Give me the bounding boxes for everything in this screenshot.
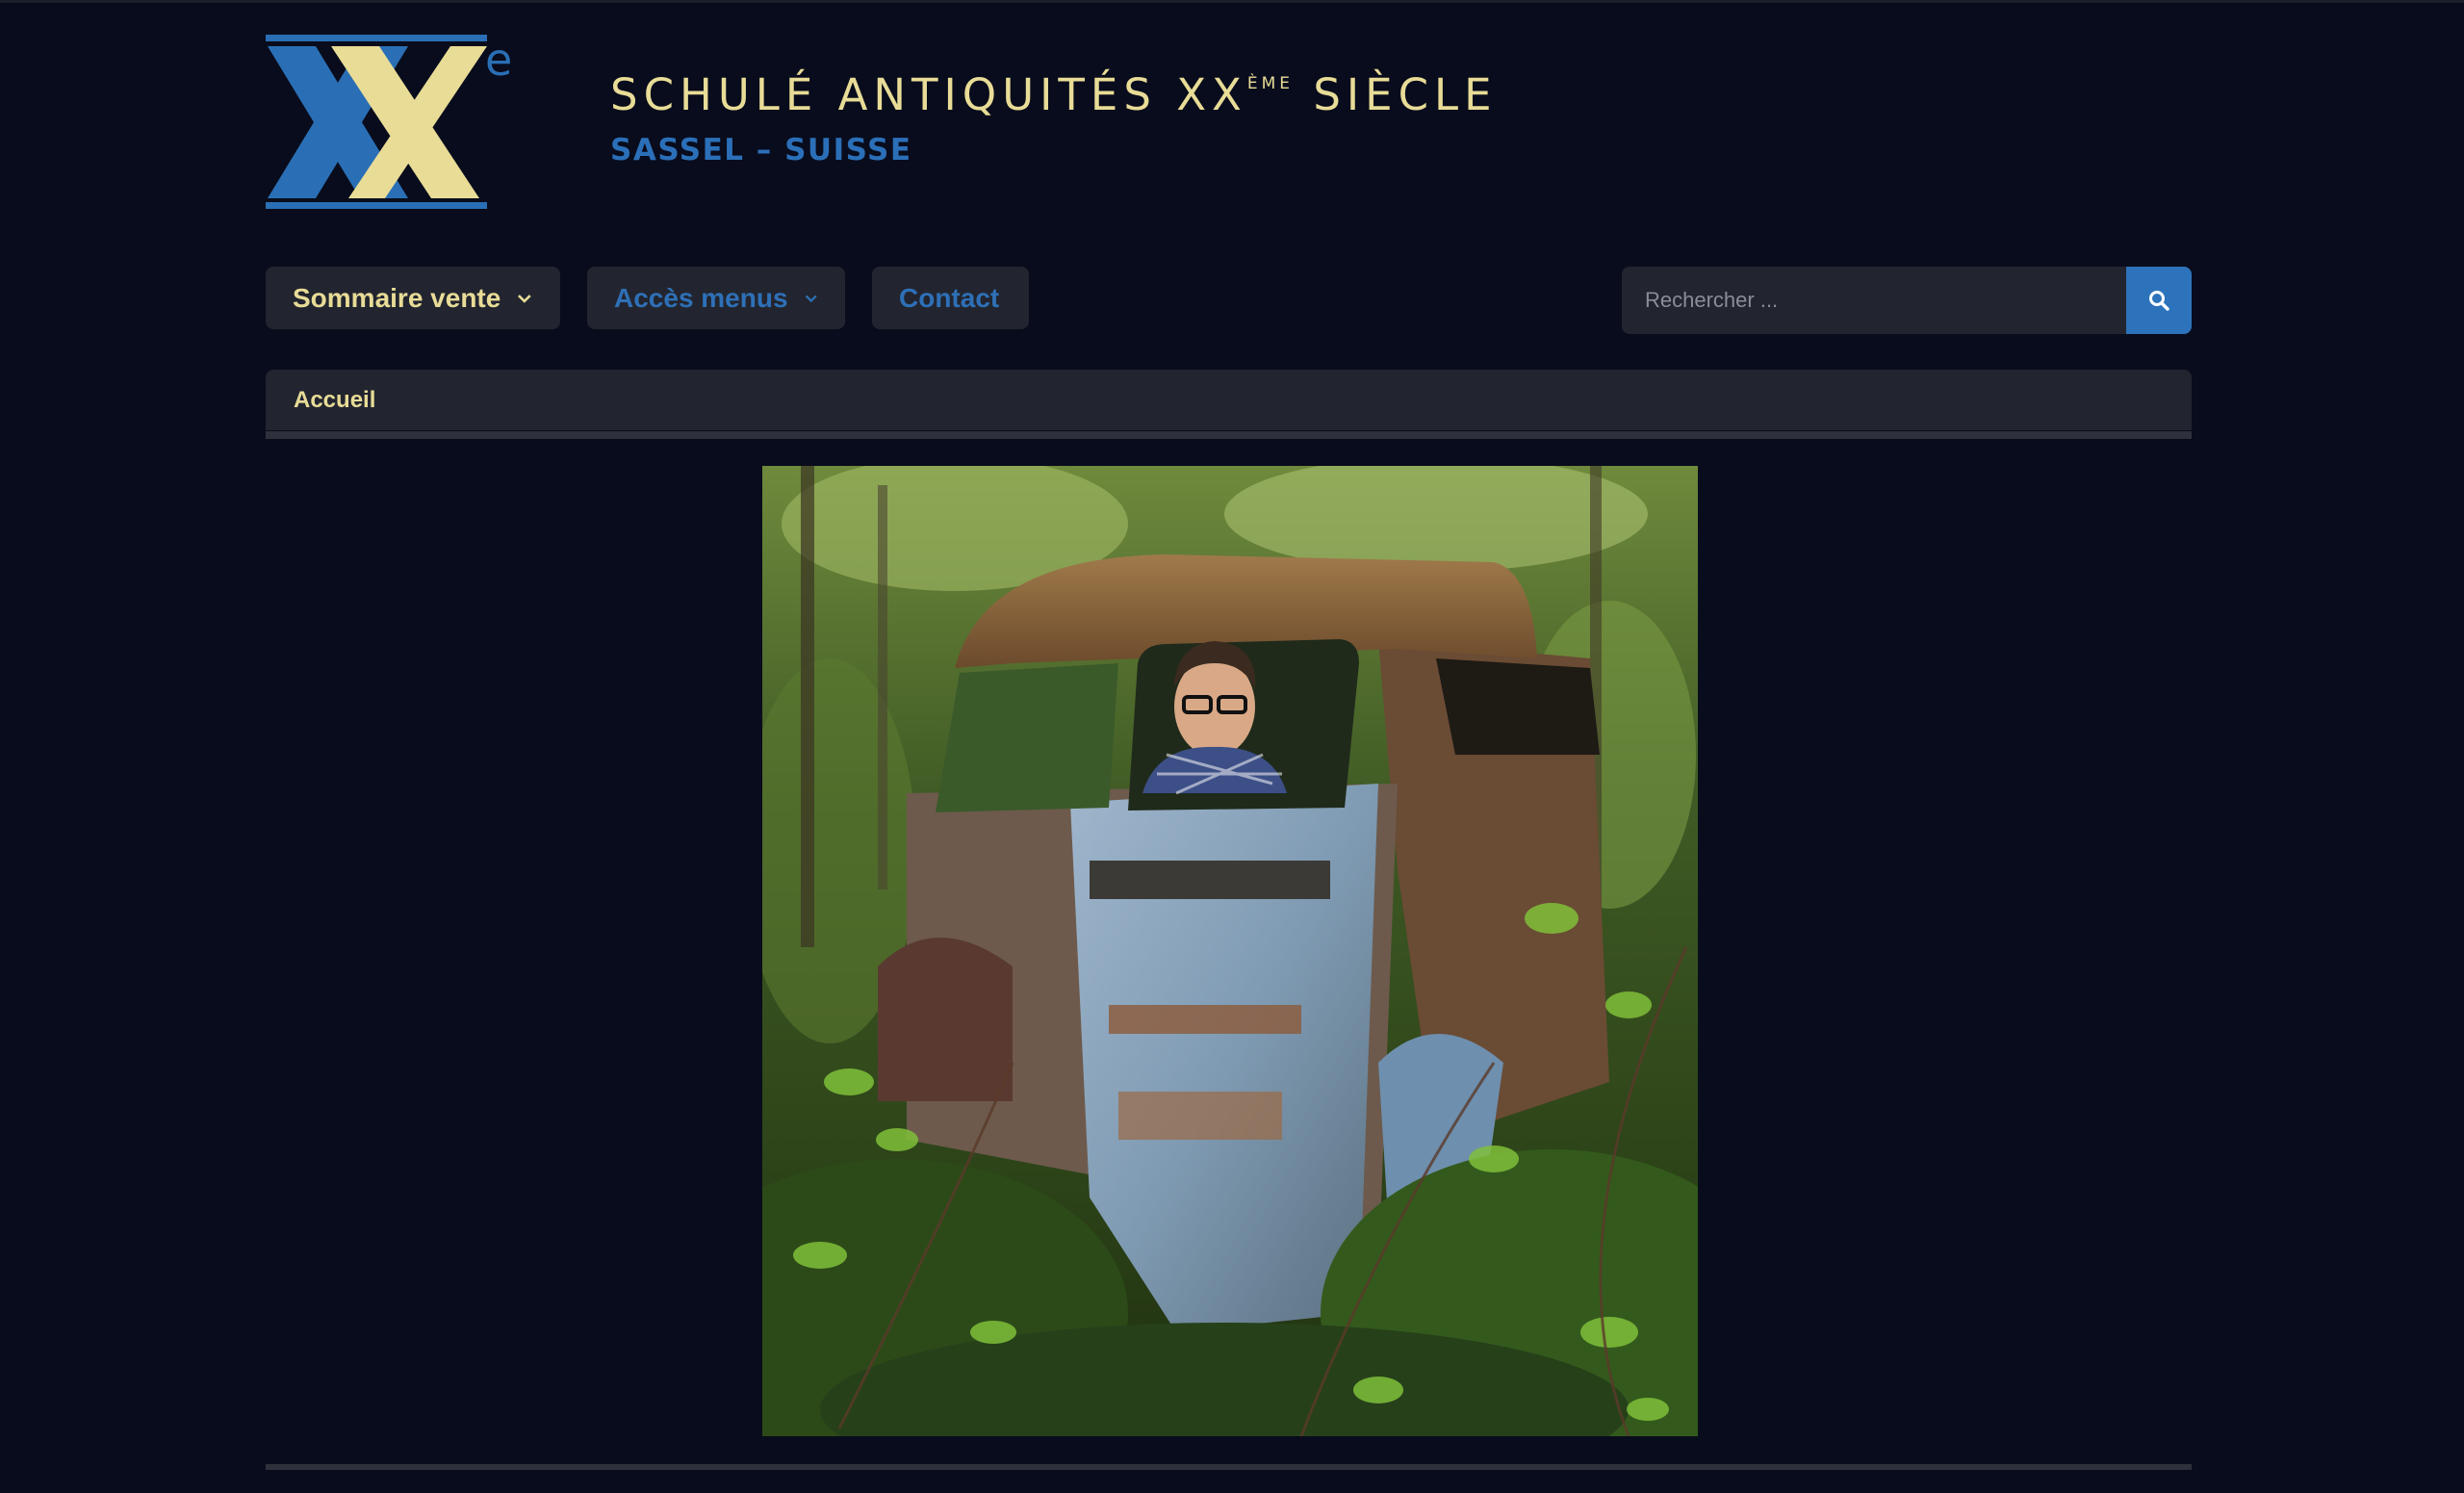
site-logo[interactable]: e: [266, 35, 518, 214]
nav-contact-button[interactable]: Contact: [872, 267, 1029, 329]
nav-label: Contact: [899, 282, 1000, 313]
chevron-down-icon: [518, 294, 531, 303]
nav-label: Accès menus: [614, 282, 788, 313]
nav-label: Sommaire vente: [293, 282, 501, 313]
logo-letter: e: [485, 35, 512, 86]
search-button[interactable]: [2126, 267, 2192, 334]
search-input[interactable]: [1622, 267, 2126, 334]
hero-photo: [762, 466, 1698, 1436]
site-title: SCHULÉ ANTIQUITÉS XXÈME SIÈCLE: [610, 69, 1498, 120]
search-form: [1622, 267, 2192, 334]
site-subtitle: SASSEL – SUISSE: [610, 133, 912, 167]
nav-acces-menus-button[interactable]: Accès menus: [587, 267, 845, 329]
chevron-down-icon: [805, 295, 817, 302]
nav-sommaire-vente-button[interactable]: Sommaire vente: [266, 267, 560, 329]
breadcrumb-home: Accueil: [294, 386, 376, 413]
content-divider: [266, 1464, 2192, 1470]
breadcrumb: Accueil: [266, 370, 2192, 430]
search-icon: [2149, 291, 2169, 311]
top-border: [0, 0, 2464, 3]
breadcrumb-underline: [266, 431, 2192, 439]
